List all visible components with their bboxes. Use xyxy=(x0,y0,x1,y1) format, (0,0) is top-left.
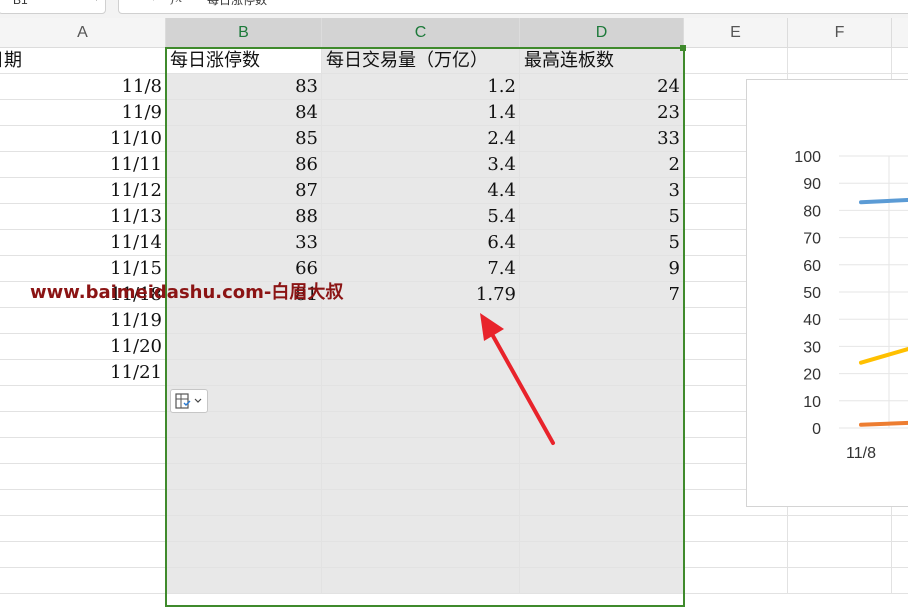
y-tick-label: 50 xyxy=(803,285,821,302)
column-header-e[interactable]: E xyxy=(684,18,788,48)
zoom-icon[interactable] xyxy=(139,0,159,5)
cell-a13[interactable]: 11/21 xyxy=(0,360,166,386)
column-header-a[interactable]: A xyxy=(0,18,166,48)
column-header-c[interactable]: C xyxy=(322,18,520,48)
y-tick-label: 0 xyxy=(812,421,821,438)
selection-border xyxy=(165,47,685,607)
column-header-b[interactable]: B xyxy=(166,18,322,48)
y-tick-label: 40 xyxy=(803,312,821,329)
cell-a12[interactable]: 11/20 xyxy=(0,334,166,360)
formula-bar[interactable]: fx 每日涨停数 xyxy=(118,0,908,14)
x-tick-label: 11/8 xyxy=(846,445,876,462)
y-tick-label: 30 xyxy=(803,339,821,356)
cell-a11[interactable]: 11/19 xyxy=(0,308,166,334)
fx-icon[interactable]: fx xyxy=(171,0,182,5)
y-tick-label: 100 xyxy=(794,149,821,166)
cell-a2[interactable]: 11/8 xyxy=(0,74,166,100)
cell-a5[interactable]: 11/11 xyxy=(0,152,166,178)
paste-options-icon xyxy=(175,393,202,409)
formula-toolbar: B1 ▾ fx 每日涨停数 xyxy=(0,0,908,18)
cell-a1[interactable]: 日期 xyxy=(0,48,166,74)
line-chart[interactable]: 100908070605040302010011/81 xyxy=(746,79,908,507)
series-line-3 xyxy=(859,420,908,427)
name-box-value: B1 xyxy=(13,0,28,7)
y-tick-label: 90 xyxy=(803,176,821,193)
column-header-g[interactable] xyxy=(892,18,908,48)
y-tick-label: 60 xyxy=(803,258,821,275)
series-line-2 xyxy=(859,346,908,365)
cell-a7[interactable]: 11/13 xyxy=(0,204,166,230)
fill-handle[interactable] xyxy=(680,45,686,51)
y-tick-label: 10 xyxy=(803,394,821,411)
column-header-f[interactable]: F xyxy=(788,18,892,48)
annotation-arrow-icon xyxy=(480,313,555,445)
column-header-d[interactable]: D xyxy=(520,18,684,48)
series-line-1 xyxy=(859,197,908,205)
cell-a3[interactable]: 11/9 xyxy=(0,100,166,126)
cell-a4[interactable]: 11/10 xyxy=(0,126,166,152)
y-tick-label: 20 xyxy=(803,367,821,384)
y-tick-label: 70 xyxy=(803,231,821,248)
formula-input[interactable]: 每日涨停数 xyxy=(207,0,267,8)
cell-a6[interactable]: 11/12 xyxy=(0,178,166,204)
chevron-down-icon[interactable]: ▾ xyxy=(94,0,99,4)
chart-plot: 100908070605040302010011/81 xyxy=(794,149,908,462)
watermark-text: www.baimeidashu.com-白眉大叔 xyxy=(30,282,344,303)
y-tick-label: 80 xyxy=(803,203,821,220)
cell-a8[interactable]: 11/14 xyxy=(0,230,166,256)
paste-options-button[interactable] xyxy=(170,389,208,413)
name-box[interactable]: B1 ▾ xyxy=(0,0,106,14)
